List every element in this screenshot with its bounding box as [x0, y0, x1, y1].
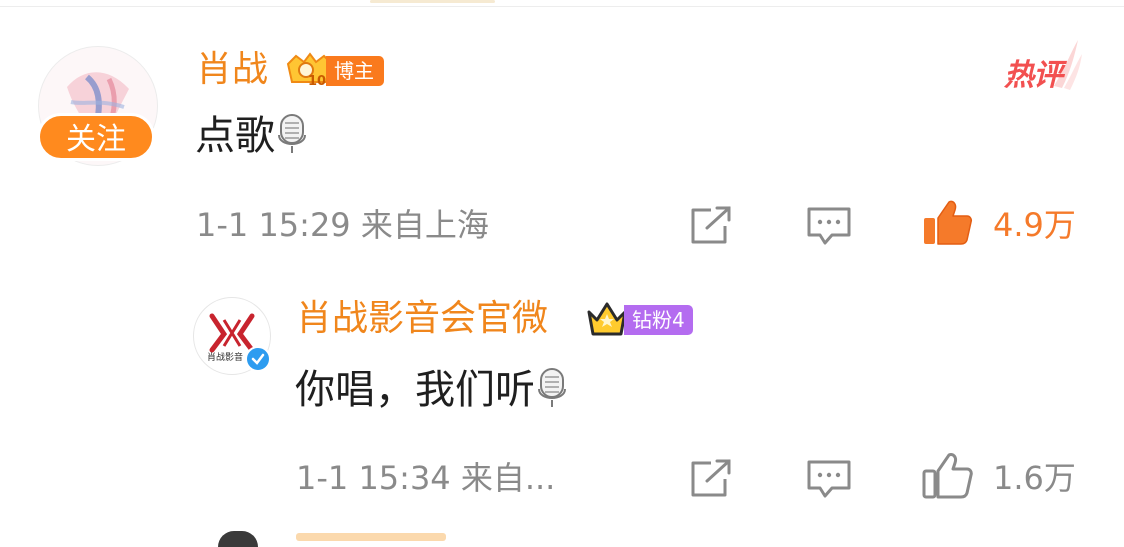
vip-level-text: 10 [308, 74, 326, 88]
comment-bubble-icon[interactable] [806, 206, 852, 250]
hot-label-text: 热评 [1004, 58, 1063, 93]
divider [0, 6, 1124, 7]
comment-content: 点歌 [195, 110, 307, 168]
comment-like-count: 4.9万 [993, 206, 1076, 244]
reply-username[interactable]: 肖战影音会官微 [296, 296, 548, 342]
reply-meta: 1-1 15:34 来自... [296, 458, 555, 498]
comment-bubble-icon[interactable] [806, 459, 852, 503]
reply-avatar-logo-text: 肖战影音 [207, 351, 243, 363]
comment-date: 1-1 15:29 [196, 206, 351, 244]
verified-icon [245, 346, 271, 372]
crown-icon [585, 300, 629, 340]
comment-location: 来自上海 [360, 206, 489, 244]
divider-accent [370, 0, 495, 3]
reply-like-count: 1.6万 [993, 459, 1076, 497]
next-comment-avatar[interactable] [218, 531, 258, 547]
share-external-icon[interactable] [689, 206, 733, 250]
reply-content: 你唱，我们听 [295, 364, 567, 422]
thumbs-up-icon[interactable] [921, 451, 973, 505]
role-tag: 博主 [326, 56, 384, 86]
reply-text: 你唱，我们听 [295, 367, 535, 413]
follow-button[interactable]: 关注 [37, 113, 155, 161]
thumbs-up-icon[interactable] [921, 198, 973, 252]
microphone-emoji-icon [537, 367, 567, 422]
next-comment-username[interactable] [296, 533, 446, 541]
share-external-icon[interactable] [689, 459, 733, 503]
reply-date: 1-1 15:34 [296, 459, 451, 497]
comment-text: 点歌 [195, 113, 275, 159]
comment-username[interactable]: 肖战 [196, 46, 268, 94]
comment-meta: 1-1 15:29 来自上海 [196, 205, 489, 245]
reply-location: 来自... [460, 459, 556, 497]
hot-comment-badge: 热评 [1004, 36, 1084, 94]
fan-level-tag: 钻粉4 [624, 305, 693, 335]
microphone-emoji-icon [277, 113, 307, 168]
